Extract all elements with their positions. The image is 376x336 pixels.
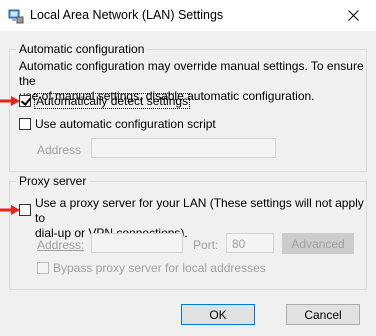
use-config-script-checkbox[interactable] — [19, 118, 31, 130]
bypass-local-checkbox[interactable] — [37, 262, 49, 274]
proxy-address-label: Address: — [37, 238, 85, 252]
proxy-port-field[interactable]: 80 — [226, 233, 274, 253]
use-proxy-label-line-1: Use a proxy server for your LAN (These s… — [35, 196, 364, 225]
proxy-address-field[interactable] — [91, 233, 183, 253]
automatic-configuration-legend: Automatic configuration — [16, 42, 148, 56]
auto-detect-settings-checkbox-row[interactable]: Automatically detect settings — [19, 93, 191, 109]
bypass-local-checkbox-row[interactable]: Bypass proxy server for local addresses — [37, 261, 266, 275]
title-bar[interactable]: Local Area Network (LAN) Settings — [0, 0, 376, 31]
close-button[interactable] — [330, 0, 376, 31]
use-config-script-label[interactable]: Use automatic configuration script — [35, 117, 216, 131]
description-line-1: Automatic configuration may override man… — [19, 59, 364, 88]
proxy-port-label: Port: — [193, 238, 219, 252]
ok-button[interactable]: OK — [181, 304, 255, 325]
use-config-script-checkbox-row[interactable]: Use automatic configuration script — [19, 117, 216, 131]
auto-detect-settings-label[interactable]: Automatically detect settings — [33, 93, 191, 109]
advanced-button[interactable]: Advanced — [282, 233, 354, 254]
cancel-button[interactable]: Cancel — [286, 304, 360, 325]
proxy-server-legend: Proxy server — [16, 174, 90, 188]
script-address-field[interactable] — [91, 138, 276, 158]
proxy-port-value: 80 — [232, 237, 246, 251]
lan-settings-dialog: Local Area Network (LAN) Settings Automa… — [0, 0, 376, 336]
close-icon — [347, 10, 359, 21]
script-address-label: Address — [37, 143, 82, 157]
bypass-local-label[interactable]: Bypass proxy server for local addresses — [53, 261, 266, 275]
network-settings-icon — [8, 9, 24, 24]
use-proxy-checkbox[interactable] — [19, 204, 31, 216]
window-title: Local Area Network (LAN) Settings — [30, 8, 224, 22]
auto-detect-settings-checkbox[interactable] — [19, 95, 31, 107]
